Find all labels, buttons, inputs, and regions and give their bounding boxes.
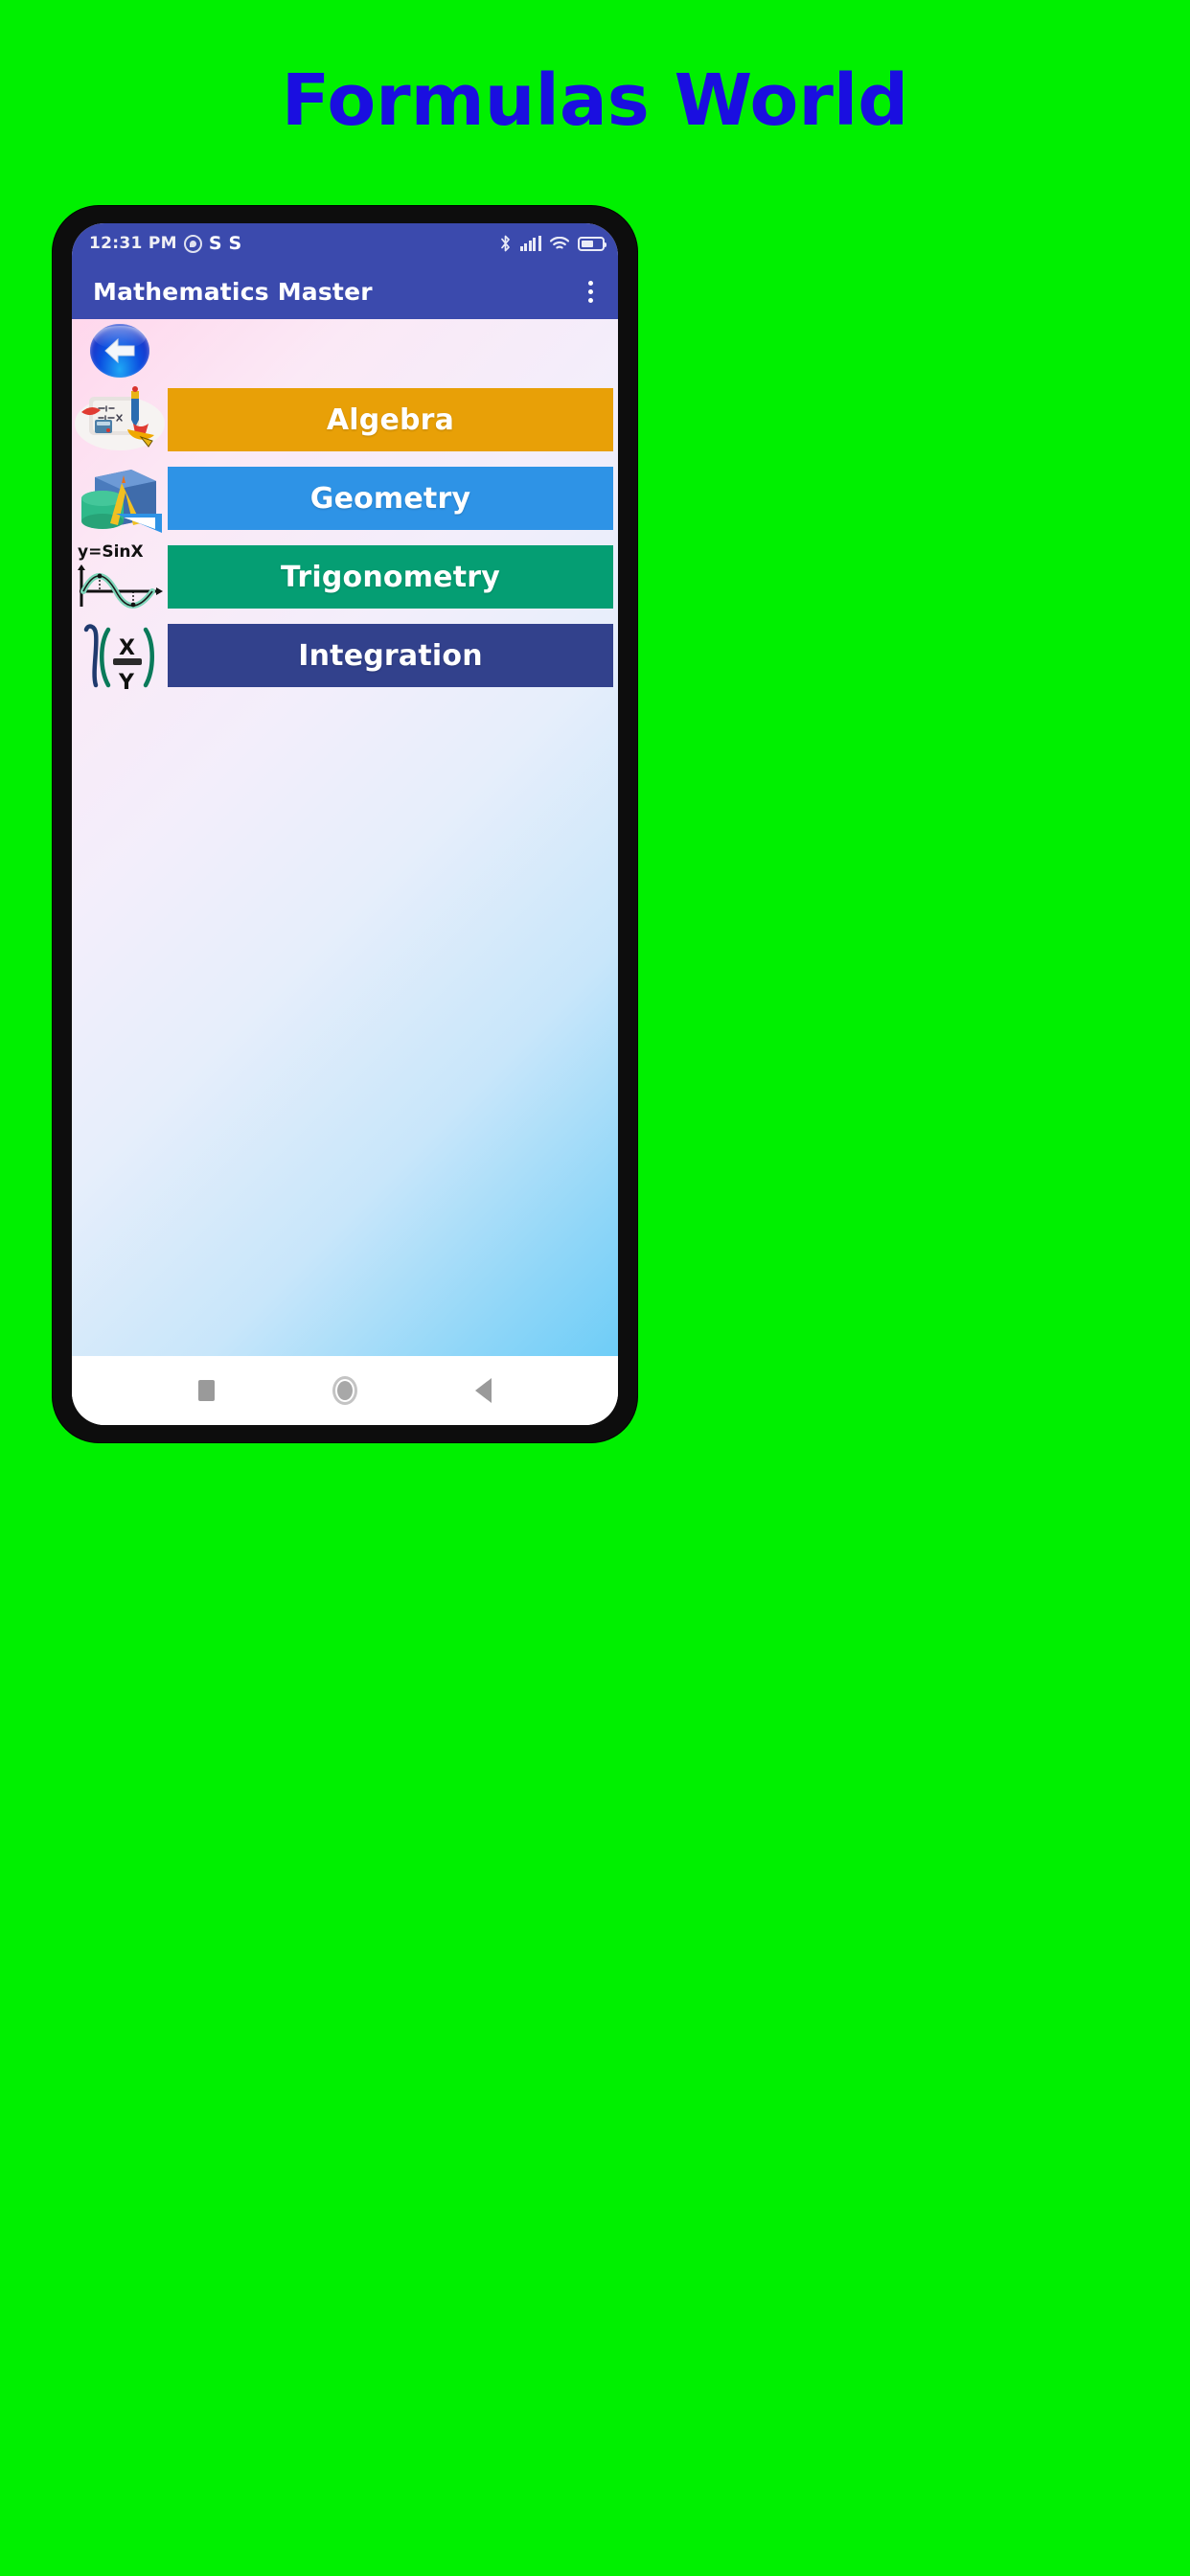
back-arrow-glyph [104,337,135,364]
svg-text:y=SinX: y=SinX [78,542,144,562]
signal-bars-icon [519,235,541,251]
status-bar-right [499,235,606,252]
integration-icon-cell: X Y [72,618,168,693]
geometry-icon [81,470,162,533]
kebab-menu-icon[interactable] [581,275,601,309]
menu-row-trigonometry: y=SinX Trigonometry [72,540,618,614]
whatsapp-icon [183,234,202,253]
trigonometry-icon: y=SinX [78,542,163,609]
back-button-row [72,323,618,379]
android-nav-bar [72,1356,618,1425]
phone-mockup-frame: 12:31 PM S S Mathematics Master Algebra … [53,206,637,1442]
svg-text:Y: Y [118,671,135,693]
s-badge-icon: S [208,232,222,254]
content-area: Algebra Geometry y=SinX Trigonometry X Y… [72,319,618,1356]
algebra-icon [75,386,165,450]
menu-button-geometry[interactable]: Geometry [168,467,613,530]
app-bar: Mathematics Master [72,264,618,319]
menu-button-trigonometry[interactable]: Trigonometry [168,545,613,609]
circle-home-icon[interactable] [332,1376,357,1405]
algebra-icon-cell [72,382,168,457]
page-title: Formulas World [281,59,909,142]
status-bar: 12:31 PM S S [72,223,618,264]
status-time: 12:31 PM [89,234,177,253]
back-button-cell [72,319,168,388]
svg-text:X: X [119,636,135,660]
status-bar-left: 12:31 PM S S [89,234,241,253]
menu-row-integration: X Y Integration [72,618,618,693]
s-badge-icon: S [228,232,242,254]
wifi-icon [550,236,569,248]
phone-screen: 12:31 PM S S Mathematics Master Algebra … [72,223,618,1425]
menu-row-algebra: Algebra [72,382,618,457]
integration-icon: X Y [83,624,154,693]
square-recents-icon[interactable] [197,1380,215,1401]
menu-row-geometry: Geometry [72,461,618,536]
back-arrow-circle-icon[interactable] [90,324,149,378]
trigonometry-icon-cell: y=SinX [72,540,168,614]
battery-icon [578,236,606,251]
bluetooth-icon [500,235,510,252]
app-title: Mathematics Master [93,277,373,306]
menu-button-algebra[interactable]: Algebra [168,388,613,451]
menu-button-integration[interactable]: Integration [168,624,613,687]
triangle-back-icon[interactable] [475,1378,492,1403]
geometry-icon-cell [72,461,168,536]
